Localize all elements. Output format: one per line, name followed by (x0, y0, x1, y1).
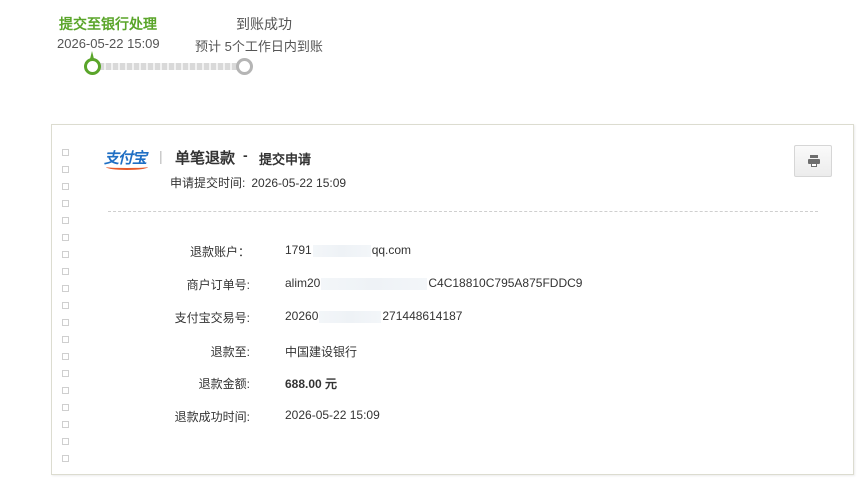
apply-time-label: 申请提交时间: (170, 176, 246, 190)
step-submitted-time: 2026-05-22 15:09 (57, 36, 160, 51)
progress-current-marker-icon (84, 51, 101, 75)
detail-value: 中国建设银行 (285, 345, 358, 359)
alipay-logo: 支付宝 (104, 147, 148, 170)
detail-label: 退款成功时间: (174, 410, 250, 424)
detail-label: 退款金额: (198, 377, 250, 391)
step-arrived-title: 到账成功 (236, 16, 292, 32)
detail-label: 支付宝交易号: (174, 311, 250, 325)
header-separator: | (159, 148, 163, 164)
redaction-mask (321, 277, 428, 290)
detail-label: 退款至: (210, 345, 250, 359)
dashed-divider (108, 211, 818, 212)
title-dash: - (243, 147, 248, 163)
step-submitted-title: 提交至银行处理 (59, 16, 157, 32)
detail-value: 2026-05-22 15:09 (285, 408, 380, 422)
detail-label: 商户订单号: (186, 278, 250, 292)
receipt-subtitle: 提交申请 (259, 152, 312, 167)
print-button[interactable] (794, 145, 832, 177)
detail-value: 20260 271448614187 (285, 309, 463, 323)
printer-icon (808, 155, 820, 167)
step-arrived-note: 预计 5个工作日内到账 (195, 39, 323, 54)
redaction-mask (319, 310, 382, 323)
apply-time: 申请提交时间: 2026-05-22 15:09 (170, 174, 346, 191)
receipt-title: 单笔退款 (175, 150, 236, 167)
detail-label: 退款账户： (189, 245, 250, 259)
decorative-bullets (62, 149, 69, 472)
detail-value: 1791 qq.com (285, 243, 412, 257)
refund-amount-value: 688.00 元 (285, 377, 338, 391)
detail-value: alim20 C4C18810C795A875FDDC9 (285, 276, 583, 290)
progress-track (92, 63, 244, 70)
progress-end-marker-icon (236, 58, 253, 75)
refund-receipt-card: 支付宝 | 单笔退款 - 提交申请 申请提交时间: 2026-05-22 15:0… (51, 124, 854, 475)
redaction-mask (312, 244, 371, 257)
apply-time-value: 2026-05-22 15:09 (251, 176, 347, 190)
